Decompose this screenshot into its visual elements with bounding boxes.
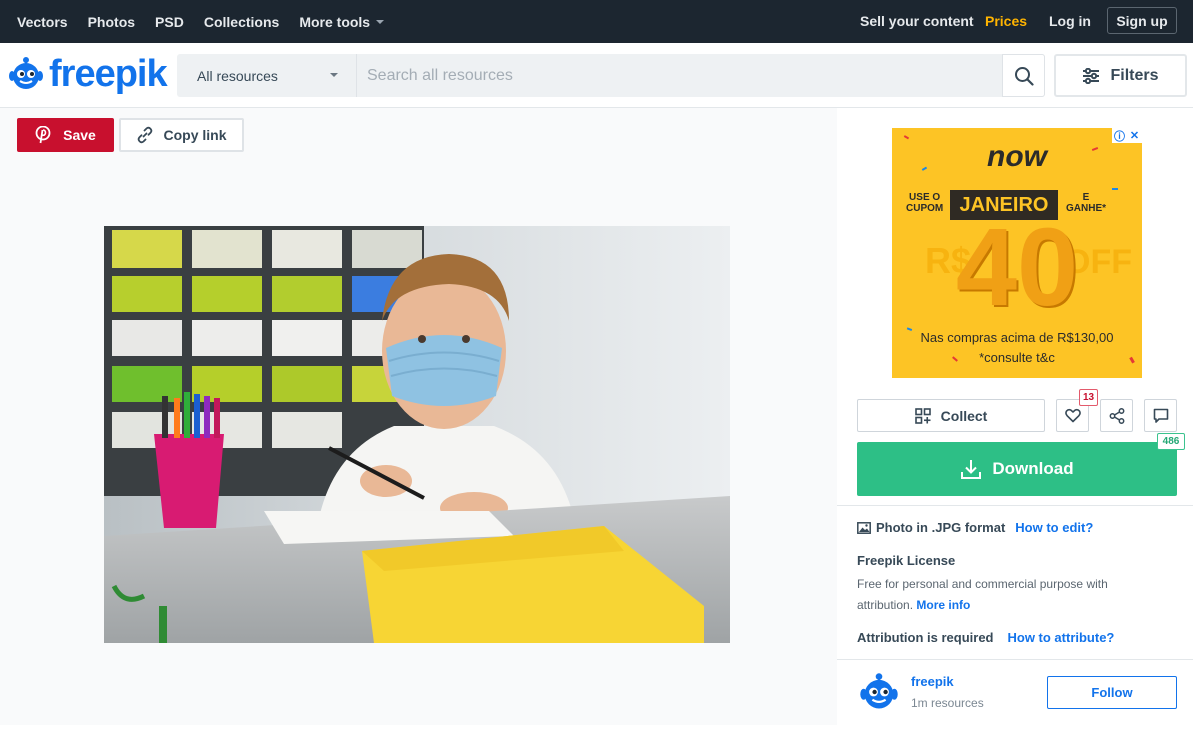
top-navbar: Vectors Photos PSD Collections More tool… (0, 0, 1193, 43)
preview-pane: Save Copy link (0, 108, 837, 725)
ad-big-number: 40 (955, 206, 1079, 329)
sell-content-link[interactable]: Sell your content (860, 13, 974, 29)
nav-collections[interactable]: Collections (194, 14, 289, 30)
author-name-link[interactable]: freepik (911, 674, 954, 689)
download-label: Download (992, 459, 1074, 478)
comment-icon (1153, 408, 1168, 423)
ad-use-cupom: USE O CUPOM (906, 192, 944, 214)
download-icon (961, 460, 982, 479)
nav-psd[interactable]: PSD (145, 14, 194, 30)
signup-button[interactable]: Sign up (1107, 7, 1177, 34)
ad-brand: now (987, 140, 1047, 173)
resource-type-select[interactable]: All resources (177, 54, 357, 97)
collection-add-icon (914, 407, 931, 424)
divider (837, 659, 1193, 660)
download-button[interactable]: Download (857, 442, 1177, 496)
heart-icon (1064, 408, 1081, 423)
save-label: Save (63, 127, 96, 143)
link-icon (138, 126, 153, 144)
filters-label: Filters (1110, 66, 1159, 84)
advertisement-banner[interactable]: R$ OFF now USE O CUPOM JANEIRO E GANHE* … (892, 128, 1142, 378)
pinterest-icon (35, 126, 51, 144)
logo-text: freepik (49, 53, 168, 95)
freepik-robot-avatar-icon (860, 673, 898, 709)
share-icon (1109, 407, 1124, 424)
ad-terms-2: *consulte t&c (979, 350, 1055, 365)
photo-boy-with-mask (104, 226, 730, 643)
copy-link-label: Copy link (163, 127, 227, 143)
ad-controls: ⓘ ✕ (1112, 128, 1142, 143)
ad-close-icon[interactable]: ✕ (1127, 128, 1142, 143)
search-input[interactable] (357, 54, 1003, 97)
how-to-attribute-link[interactable]: How to attribute? (1008, 630, 1115, 645)
likes-count-badge: 13 (1079, 389, 1099, 406)
comment-button[interactable] (1144, 399, 1177, 432)
filters-button[interactable]: Filters (1054, 54, 1187, 97)
pinterest-save-button[interactable]: Save (17, 118, 114, 152)
main-photo[interactable] (104, 226, 730, 643)
login-link[interactable]: Log in (1049, 13, 1091, 29)
collect-button[interactable]: Collect (857, 399, 1045, 432)
ad-info-icon[interactable]: ⓘ (1112, 128, 1127, 143)
nav-vectors[interactable]: Vectors (7, 14, 78, 30)
attribution-row: Attribution is required How to attribute… (857, 630, 1114, 645)
more-info-link[interactable]: More info (916, 598, 970, 612)
collect-label: Collect (940, 407, 988, 424)
license-description: Free for personal and commercial purpose… (857, 574, 1157, 616)
chevron-down-icon (330, 73, 338, 77)
freepik-logo[interactable]: freepik (6, 53, 168, 95)
search-header: freepik All resources Filters (0, 43, 1193, 108)
freepik-robot-icon (9, 57, 43, 89)
follow-button[interactable]: Follow (1047, 676, 1177, 709)
format-row: Photo in .JPG format How to edit? (857, 520, 1093, 535)
resource-sidebar: R$ OFF now USE O CUPOM JANEIRO E GANHE* … (837, 108, 1193, 729)
author-avatar[interactable] (857, 670, 901, 714)
share-button[interactable] (1100, 399, 1133, 432)
sliders-icon (1083, 67, 1100, 84)
chevron-down-icon (376, 19, 385, 24)
search-button[interactable] (1002, 54, 1045, 97)
ad-terms-1: Nas compras acima de R$130,00 (920, 330, 1114, 345)
search-icon (1014, 66, 1034, 86)
copy-link-button[interactable]: Copy link (119, 118, 244, 152)
author-resources-count: 1m resources (911, 696, 984, 710)
image-icon (857, 521, 871, 534)
license-text: Free for personal and commercial purpose… (857, 577, 1108, 612)
main-nav: Vectors Photos PSD Collections More tool… (7, 14, 394, 30)
license-title: Freepik License (857, 553, 956, 568)
search-box: All resources (177, 54, 1045, 97)
prices-link[interactable]: Prices (985, 13, 1027, 29)
how-to-edit-link[interactable]: How to edit? (1015, 520, 1093, 535)
divider (837, 505, 1193, 506)
nav-more-tools-label: More tools (299, 13, 371, 30)
downloads-count-badge: 486 (1157, 433, 1185, 450)
resource-type-value: All resources (197, 67, 278, 84)
nav-photos[interactable]: Photos (78, 14, 145, 30)
nav-more-tools[interactable]: More tools (289, 14, 394, 30)
attribution-required-text: Attribution is required (857, 630, 994, 645)
format-text: Photo in .JPG format (876, 520, 1006, 535)
